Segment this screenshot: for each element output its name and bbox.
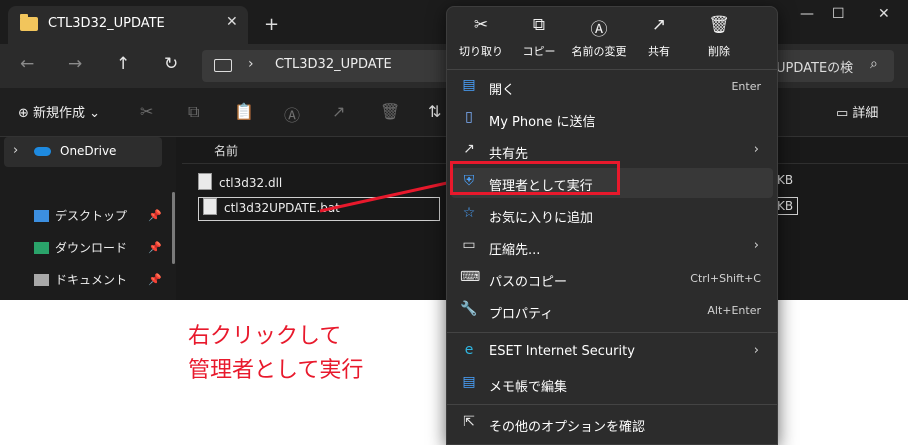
chevron-right-icon: ›: [753, 142, 759, 157]
menu-item-compress-to[interactable]: ▭ 圧縮先... ›: [451, 232, 773, 262]
rename-button[interactable]: Ⓐ 名前の変更: [567, 15, 631, 59]
archive-icon: ▭: [462, 237, 476, 253]
menu-item-label: プロパティ: [489, 307, 554, 322]
cut-label: 切り取り: [459, 45, 503, 58]
menu-divider: [447, 69, 777, 70]
notepad-icon: ▤: [462, 374, 476, 390]
menu-item-send-to-phone[interactable]: ▯ My Phone に送信: [451, 104, 773, 134]
menu-item-label: パスのコピー: [489, 275, 568, 290]
menu-item-label: My Phone に送信: [489, 115, 596, 130]
rename-label: 名前の変更: [571, 45, 627, 58]
delete-icon: 🗑: [708, 15, 730, 35]
cut-icon: ✂: [473, 15, 489, 35]
delete-label: 削除: [708, 45, 730, 58]
share-button[interactable]: ↗ 共有: [627, 15, 691, 59]
menu-item-eset[interactable]: e ESET Internet Security ›: [451, 337, 773, 367]
wrench-icon: 🔧: [460, 301, 478, 317]
menu-item-label: 開く: [489, 83, 516, 98]
path-icon: ⌨: [460, 269, 481, 285]
copy-button[interactable]: ⧉ コピー: [507, 15, 571, 59]
menu-item-label: 圧縮先...: [489, 243, 541, 258]
annotation-line-2: 管理者として実行: [188, 358, 364, 383]
menu-item-open[interactable]: ▤ 開く Enter: [451, 72, 773, 102]
menu-shortcut: Alt+Enter: [707, 304, 761, 317]
menu-shortcut: Enter: [731, 80, 761, 93]
copy-icon: ⧉: [532, 15, 546, 35]
share-icon: ↗: [463, 141, 475, 157]
star-icon: ☆: [462, 205, 476, 221]
menu-item-label: お気に入りに追加: [489, 211, 594, 226]
menu-divider: [447, 332, 777, 333]
menu-item-label: ESET Internet Security: [489, 344, 635, 359]
context-menu: ✂ 切り取り ⧉ コピー Ⓐ 名前の変更 ↗ 共有 🗑 削除 ▤ 開く Ente…: [446, 6, 778, 445]
delete-button[interactable]: 🗑 削除: [687, 15, 751, 59]
menu-item-copy-path[interactable]: ⌨ パスのコピー Ctrl+Shift+C: [451, 264, 773, 294]
menu-item-notepad-edit[interactable]: ▤ メモ帳で編集: [451, 369, 773, 399]
menu-item-properties[interactable]: 🔧 プロパティ Alt+Enter: [451, 296, 773, 326]
menu-item-label: その他のオプションを確認: [489, 420, 646, 435]
more-options-icon: ⇱: [463, 414, 475, 430]
rename-icon: Ⓐ: [590, 20, 608, 40]
menu-item-more-options[interactable]: ⇱ その他のオプションを確認: [451, 409, 773, 439]
menu-item-label: 共有先: [489, 147, 529, 162]
copy-label: コピー: [522, 45, 556, 58]
chevron-right-icon: ›: [753, 343, 759, 358]
menu-item-add-favorites[interactable]: ☆ お気に入りに追加: [451, 200, 773, 230]
annotation-line-1: 右クリックして: [188, 324, 342, 349]
share-icon: ↗: [651, 15, 667, 35]
share-label: 共有: [648, 45, 670, 58]
open-icon: ▤: [462, 77, 476, 93]
menu-item-label: メモ帳で編集: [489, 380, 568, 395]
chevron-right-icon: ›: [753, 238, 759, 253]
eset-icon: e: [464, 342, 474, 358]
menu-divider: [447, 404, 777, 405]
menu-shortcut: Ctrl+Shift+C: [690, 272, 761, 285]
cut-button[interactable]: ✂ 切り取り: [449, 15, 513, 59]
highlight-box: [450, 161, 620, 195]
phone-icon: ▯: [465, 109, 473, 125]
